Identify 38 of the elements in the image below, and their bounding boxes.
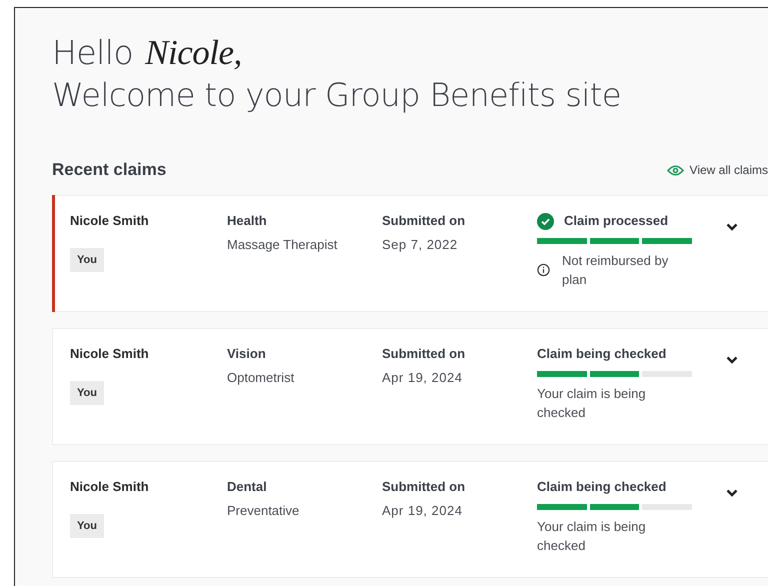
- view-all-link[interactable]: View all claims: [666, 163, 768, 177]
- person-name: Nicole Smith: [70, 479, 150, 495]
- greeting-text: Hello: [52, 33, 134, 72]
- claim-status: Claim being checked: [537, 346, 666, 362]
- submitted-date: Apr 19, 2024: [382, 502, 464, 520]
- status-note: Your claim is being checked: [537, 385, 647, 422]
- person-name: Nicole Smith: [70, 346, 150, 362]
- claim-category: Health: [227, 213, 268, 229]
- provider-type: Preventative: [227, 502, 300, 520]
- eye-icon: [666, 164, 684, 176]
- chevron-down-icon[interactable]: [726, 223, 738, 231]
- user-name: Nicole,: [145, 33, 242, 72]
- status-note: Not reimbursed by plan: [562, 252, 670, 289]
- claim-category: Vision: [227, 346, 267, 362]
- section-title: Recent claims: [52, 160, 166, 180]
- claim-card[interactable]: Nicole Smith You Vision Optometrist Submitted on Apr 19, 2024 Claim being checked Your claim is being checked: [52, 328, 768, 445]
- you-tag: You: [70, 381, 104, 405]
- check-circle-icon: [537, 212, 554, 230]
- claim-category: Dental: [227, 479, 268, 495]
- claim-card[interactable]: Nicole Smith You Health Massage Therapist Submitted on Sep 7, 2022 Claim processed Not reimbursed by plan: [52, 195, 768, 312]
- status-note: Your claim is being checked: [537, 518, 647, 555]
- date-label: Submitted on: [382, 213, 466, 229]
- submitted-date: Sep 7, 2022: [382, 236, 459, 254]
- submitted-date: Apr 19, 2024: [382, 369, 464, 387]
- chevron-down-icon[interactable]: [726, 489, 738, 497]
- date-label: Submitted on: [382, 479, 466, 495]
- you-tag: You: [70, 248, 104, 272]
- claim-status: Claim being checked: [537, 479, 666, 495]
- provider-type: Massage Therapist: [227, 236, 338, 254]
- claim-card[interactable]: Nicole Smith You Dental Preventative Submitted on Apr 19, 2024 Claim being checked Your claim is being checked: [52, 461, 768, 578]
- chevron-down-icon[interactable]: [726, 356, 738, 364]
- you-tag: You: [70, 514, 104, 538]
- info-icon: [537, 263, 550, 277]
- welcome-heading: Welcome to your Group Benefits site: [52, 75, 622, 116]
- date-label: Submitted on: [382, 346, 466, 362]
- provider-type: Optometrist: [227, 369, 296, 387]
- claim-status: Claim processed: [564, 213, 668, 229]
- person-name: Nicole Smith: [70, 213, 150, 229]
